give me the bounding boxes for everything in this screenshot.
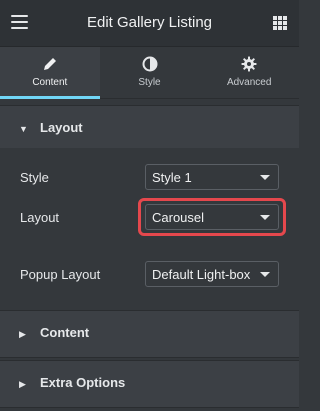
tab-advanced-label: Advanced bbox=[226, 77, 272, 88]
tab-style[interactable]: Style bbox=[100, 47, 200, 98]
field-label-layout: Layout bbox=[20, 210, 60, 225]
grid-apps-icon[interactable] bbox=[273, 16, 287, 30]
section-layout-title: Layout bbox=[40, 120, 83, 135]
section-extra-options-title: Extra Options bbox=[40, 375, 126, 390]
field-row-style: Style Style 1 bbox=[0, 164, 299, 192]
panel-header: Edit Gallery Listing bbox=[0, 0, 299, 47]
popup-layout-select[interactable]: Default Light-box bbox=[145, 261, 279, 287]
tab-bar: Content Style Advanced bbox=[0, 47, 299, 99]
chevron-down-icon bbox=[260, 175, 270, 180]
popup-layout-select-value: Default Light-box bbox=[152, 267, 251, 282]
section-layout-header[interactable]: ▼ Layout bbox=[0, 105, 299, 153]
section-content-title: Content bbox=[40, 325, 90, 340]
field-label-style: Style bbox=[20, 170, 49, 185]
section-extra-options-header[interactable]: ▶ Extra Options bbox=[0, 360, 299, 408]
panel-title: Edit Gallery Listing bbox=[86, 14, 213, 31]
tab-content[interactable]: Content bbox=[0, 47, 100, 99]
caret-right-icon: ▶ bbox=[19, 329, 26, 339]
gear-icon bbox=[241, 56, 257, 72]
style-select[interactable]: Style 1 bbox=[145, 164, 279, 190]
tab-style-label: Style bbox=[138, 77, 161, 88]
section-divider bbox=[0, 357, 299, 358]
chevron-down-icon bbox=[260, 272, 270, 277]
field-row-popup-layout: Popup Layout Default Light-box bbox=[0, 261, 299, 289]
contrast-circle-icon bbox=[142, 56, 157, 72]
style-select-value: Style 1 bbox=[152, 170, 192, 185]
tab-advanced[interactable]: Advanced bbox=[199, 47, 299, 98]
highlight-box bbox=[138, 198, 286, 236]
caret-down-icon: ▼ bbox=[19, 124, 28, 134]
pencil-icon bbox=[43, 58, 56, 70]
section-content-header[interactable]: ▶ Content bbox=[0, 310, 299, 358]
caret-right-icon: ▶ bbox=[19, 379, 26, 389]
field-label-popup-layout: Popup Layout bbox=[20, 267, 101, 282]
tab-content-label: Content bbox=[32, 77, 68, 88]
